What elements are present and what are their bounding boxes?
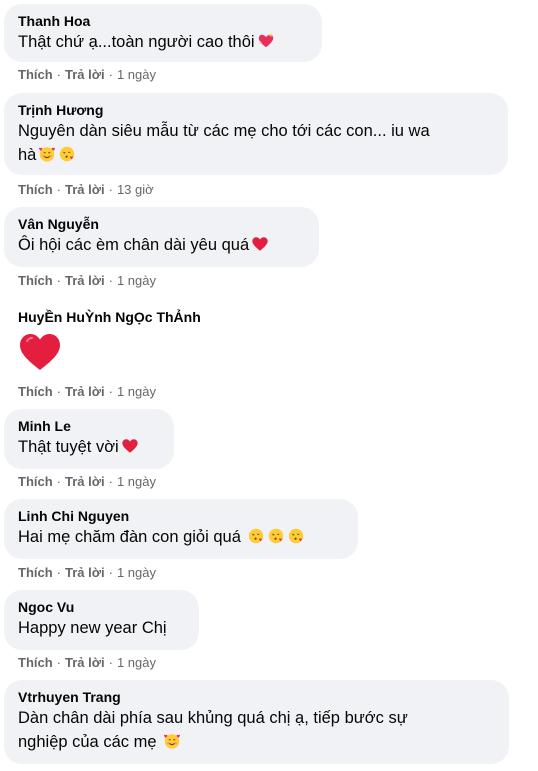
comment-item: HuyỀn HuỲnh NgỌc ThẢnh	[4, 300, 264, 378]
comment-author[interactable]: Thanh Hoa	[18, 12, 308, 30]
comment-bubble: Linh Chi Nguyen Hai mẹ chăm đàn con giỏi…	[4, 499, 358, 559]
comment-author[interactable]: Minh Le	[18, 417, 160, 435]
comment-time[interactable]: 1 ngày	[117, 273, 156, 288]
smiling-face-with-hearts-icon	[38, 145, 56, 163]
comment-item: Vtrhuyen Trang Dàn chân dài phía sau khủ…	[4, 680, 509, 764]
face-blowing-kiss-icon	[247, 527, 265, 545]
comment-author[interactable]: Trịnh Hương	[18, 101, 494, 119]
comment-item: Linh Chi Nguyen Hai mẹ chăm đàn con giỏi…	[4, 499, 358, 559]
comment-actions: Thích · Trả lời · 1 ngày	[18, 67, 156, 82]
comment-text: Nguyên dàn siêu mẫu từ các mẹ cho tới cá…	[18, 119, 494, 167]
comment-actions: Thích · Trả lời · 1 ngày	[18, 273, 156, 288]
comment-text: Thật tuyệt vời	[18, 435, 160, 459]
comment-text-line: nghiệp của các mẹ	[18, 733, 157, 751]
comment-bubble: Vtrhuyen Trang Dàn chân dài phía sau khủ…	[4, 680, 509, 764]
comment-bubble: Minh Le Thật tuyệt vời	[4, 409, 174, 469]
face-blowing-kiss-icon	[287, 527, 305, 545]
comment-item: Ngoc Vu Happy new year Chị	[4, 590, 199, 650]
face-blowing-kiss-icon	[267, 527, 285, 545]
comment-item: Thanh Hoa Thật chứ ạ...toàn người cao th…	[4, 4, 322, 62]
comment-text: Thật chứ ạ...toàn người cao thôi	[18, 30, 308, 54]
like-button[interactable]: Thích	[18, 182, 53, 197]
comment-time[interactable]: 1 ngày	[117, 474, 156, 489]
like-button[interactable]: Thích	[18, 273, 53, 288]
like-button[interactable]: Thích	[18, 474, 53, 489]
comment-text-line: Thật tuyệt vời	[18, 438, 119, 456]
comment-time[interactable]: 1 ngày	[117, 655, 156, 670]
comment-text-line: hà	[18, 146, 37, 164]
comment-item: Trịnh Hương Nguyên dàn siêu mẫu từ các m…	[4, 93, 508, 175]
reply-button[interactable]: Trả lời	[65, 565, 105, 580]
red-heart-icon	[18, 332, 62, 372]
like-button[interactable]: Thích	[18, 67, 53, 82]
reply-button[interactable]: Trả lời	[65, 655, 105, 670]
comment-actions: Thích · Trả lời · 1 ngày	[18, 384, 156, 399]
like-button[interactable]: Thích	[18, 655, 53, 670]
reply-button[interactable]: Trả lời	[65, 67, 105, 82]
comment-actions: Thích · Trả lời · 13 giờ	[18, 182, 154, 197]
comment-time[interactable]: 1 ngày	[117, 384, 156, 399]
comment-text: Ôi hội các èm chân dài yêu quá	[18, 233, 305, 257]
red-heart-icon	[121, 437, 139, 455]
comments-list: Thanh Hoa Thật chứ ạ...toàn người cao th…	[0, 0, 538, 771]
comment-text-line: Hai mẹ chăm đàn con giỏi quá	[18, 528, 241, 546]
comment-author[interactable]: Vân Nguyễn	[18, 215, 305, 233]
comment-bubble: Thanh Hoa Thật chứ ạ...toàn người cao th…	[4, 4, 322, 62]
comment-text: Hai mẹ chăm đàn con giỏi quá	[18, 525, 344, 549]
comment-actions: Thích · Trả lời · 1 ngày	[18, 655, 156, 670]
red-heart-icon	[251, 235, 269, 253]
comment-author[interactable]: HuyỀn HuỲnh NgỌc ThẢnh	[18, 308, 250, 326]
comment-actions: Thích · Trả lời · 1 ngày	[18, 565, 156, 580]
comment-text: Happy new year Chị	[18, 619, 167, 637]
comment-text-line: Dàn chân dài phía sau khủng quá chị ạ, t…	[18, 709, 408, 727]
like-button[interactable]: Thích	[18, 384, 53, 399]
comment-author[interactable]: Linh Chi Nguyen	[18, 507, 344, 525]
face-blowing-kiss-icon	[58, 145, 76, 163]
comment-bubble: HuyỀn HuỲnh NgỌc ThẢnh	[4, 300, 264, 378]
comment-text-line: Nguyên dàn siêu mẫu từ các mẹ cho tới cá…	[18, 122, 430, 140]
comment-actions: Thích · Trả lời · 1 ngày	[18, 474, 156, 489]
comment-time[interactable]: 1 ngày	[117, 565, 156, 580]
reply-button[interactable]: Trả lời	[65, 182, 105, 197]
comment-text-line: Thật chứ ạ...toàn người cao thôi	[18, 33, 255, 51]
comment-author[interactable]: Vtrhuyen Trang	[18, 688, 495, 706]
reply-button[interactable]: Trả lời	[65, 474, 105, 489]
comment-text: Dàn chân dài phía sau khủng quá chị ạ, t…	[18, 706, 495, 754]
comment-author[interactable]: Ngoc Vu	[18, 598, 185, 616]
smiling-face-with-hearts-icon	[163, 732, 181, 750]
comment-item: Vân Nguyễn Ôi hội các èm chân dài yêu qu…	[4, 207, 319, 267]
comment-bubble: Trịnh Hương Nguyên dàn siêu mẫu từ các m…	[4, 93, 508, 175]
sparkling-heart-icon	[257, 32, 275, 50]
like-button[interactable]: Thích	[18, 565, 53, 580]
comment-time[interactable]: 1 ngày	[117, 67, 156, 82]
comment-bubble: Vân Nguyễn Ôi hội các èm chân dài yêu qu…	[4, 207, 319, 267]
comment-item: Minh Le Thật tuyệt vời	[4, 409, 174, 469]
reply-button[interactable]: Trả lời	[65, 384, 105, 399]
comment-time[interactable]: 13 giờ	[117, 182, 154, 197]
comment-text-line: Ôi hội các èm chân dài yêu quá	[18, 236, 250, 254]
comment-bubble: Ngoc Vu Happy new year Chị	[4, 590, 199, 650]
reply-button[interactable]: Trả lời	[65, 273, 105, 288]
